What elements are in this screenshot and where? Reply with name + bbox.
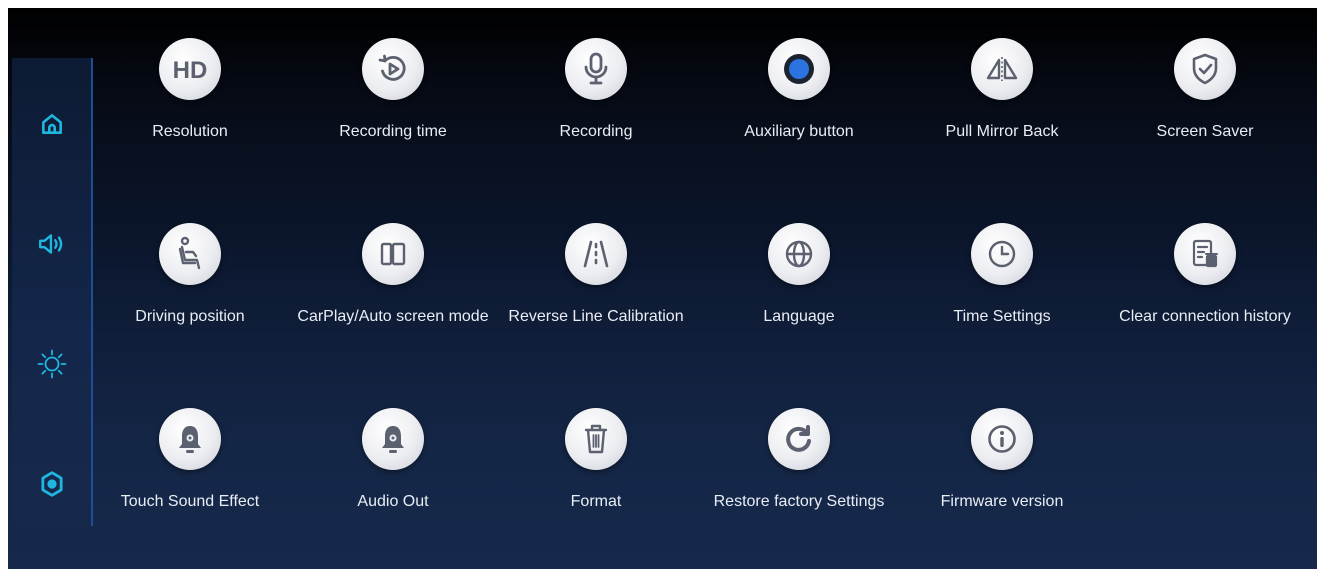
brightness-icon — [36, 348, 68, 380]
setting-time-settings[interactable]: Time Settings — [902, 223, 1102, 343]
setting-label: Screen Saver — [1156, 123, 1254, 140]
setting-touch-sound-effect[interactable]: Touch Sound Effect — [90, 408, 290, 528]
reverse-lines-icon — [579, 237, 613, 271]
setting-audio-out[interactable]: Audio Out — [293, 408, 493, 528]
setting-label: Auxiliary button — [744, 123, 854, 140]
clear-connection-history-button[interactable] — [1174, 223, 1236, 285]
pull-mirror-back-button[interactable] — [971, 38, 1033, 100]
settings-hex-icon — [39, 470, 65, 498]
sidebar-item-settings[interactable] — [12, 454, 91, 514]
setting-carplay-screen-mode[interactable]: CarPlay/Auto screen mode — [293, 223, 493, 343]
clear-history-icon — [1189, 237, 1221, 271]
sidebar — [12, 58, 93, 526]
carplay-screen-mode-button[interactable] — [362, 223, 424, 285]
bell-icon — [175, 423, 205, 455]
setting-label: Audio Out — [357, 493, 429, 510]
microphone-icon — [581, 51, 611, 87]
setting-label: Restore factory Settings — [713, 493, 885, 510]
setting-label: Recording time — [339, 123, 447, 140]
setting-driving-position[interactable]: Driving position — [90, 223, 290, 343]
setting-screen-saver[interactable]: Screen Saver — [1105, 38, 1305, 158]
auxiliary-button[interactable] — [768, 38, 830, 100]
setting-label: Clear connection history — [1119, 308, 1291, 325]
setting-label: Recording — [559, 123, 633, 140]
mirror-icon — [983, 54, 1021, 84]
screen-saver-button[interactable] — [1174, 38, 1236, 100]
setting-label: Pull Mirror Back — [945, 123, 1059, 140]
setting-label: Format — [570, 493, 622, 510]
screen-split-icon — [378, 239, 408, 269]
setting-pull-mirror-back[interactable]: Pull Mirror Back — [902, 38, 1102, 158]
setting-label: Reverse Line Calibration — [508, 308, 684, 325]
setting-label: Firmware version — [940, 493, 1064, 510]
recording-button[interactable] — [565, 38, 627, 100]
setting-firmware-version[interactable]: Firmware version — [902, 408, 1102, 528]
setting-language[interactable]: Language — [699, 223, 899, 343]
bell-icon — [378, 423, 408, 455]
setting-resolution[interactable]: HD Resolution — [90, 38, 290, 158]
globe-icon — [783, 238, 815, 270]
svg-text:HD: HD — [173, 57, 208, 84]
setting-label: CarPlay/Auto screen mode — [297, 308, 489, 325]
setting-auxiliary-button[interactable]: Auxiliary button — [699, 38, 899, 158]
resolution-button[interactable]: HD — [159, 38, 221, 100]
setting-clear-connection-history[interactable]: Clear connection history — [1105, 223, 1305, 343]
shield-check-icon — [1190, 52, 1220, 86]
setting-label: Driving position — [135, 308, 245, 325]
seat-icon — [174, 236, 206, 272]
setting-restore-factory-settings[interactable]: Restore factory Settings — [699, 408, 899, 528]
setting-format[interactable]: Format — [496, 408, 696, 528]
screen: HD Resolution Recording time Recording A… — [8, 8, 1317, 569]
time-settings-button[interactable] — [971, 223, 1033, 285]
info-icon — [986, 423, 1018, 455]
restore-icon — [783, 423, 815, 455]
format-button[interactable] — [565, 408, 627, 470]
sidebar-item-brightness[interactable] — [12, 334, 91, 394]
reverse-line-calibration-button[interactable] — [565, 223, 627, 285]
audio-out-button[interactable] — [362, 408, 424, 470]
setting-recording[interactable]: Recording — [496, 38, 696, 158]
driving-position-button[interactable] — [159, 223, 221, 285]
recording-time-button[interactable] — [362, 38, 424, 100]
setting-label: Time Settings — [953, 308, 1051, 325]
setting-label: Touch Sound Effect — [120, 493, 260, 510]
firmware-version-button[interactable] — [971, 408, 1033, 470]
setting-label: Resolution — [152, 123, 228, 140]
language-button[interactable] — [768, 223, 830, 285]
sidebar-item-sound[interactable] — [12, 214, 91, 274]
home-icon — [39, 111, 65, 137]
hd-icon: HD — [170, 54, 210, 84]
sidebar-item-home[interactable] — [12, 94, 91, 154]
clock-icon — [986, 238, 1018, 270]
touch-sound-effect-button[interactable] — [159, 408, 221, 470]
trash-icon — [581, 422, 611, 456]
speaker-icon — [37, 231, 67, 257]
setting-reverse-line-calibration[interactable]: Reverse Line Calibration — [496, 223, 696, 343]
record-dot-icon — [781, 51, 817, 87]
setting-label: Language — [763, 308, 835, 325]
replay-icon — [376, 52, 410, 86]
restore-factory-settings-button[interactable] — [768, 408, 830, 470]
setting-recording-time[interactable]: Recording time — [293, 38, 493, 158]
